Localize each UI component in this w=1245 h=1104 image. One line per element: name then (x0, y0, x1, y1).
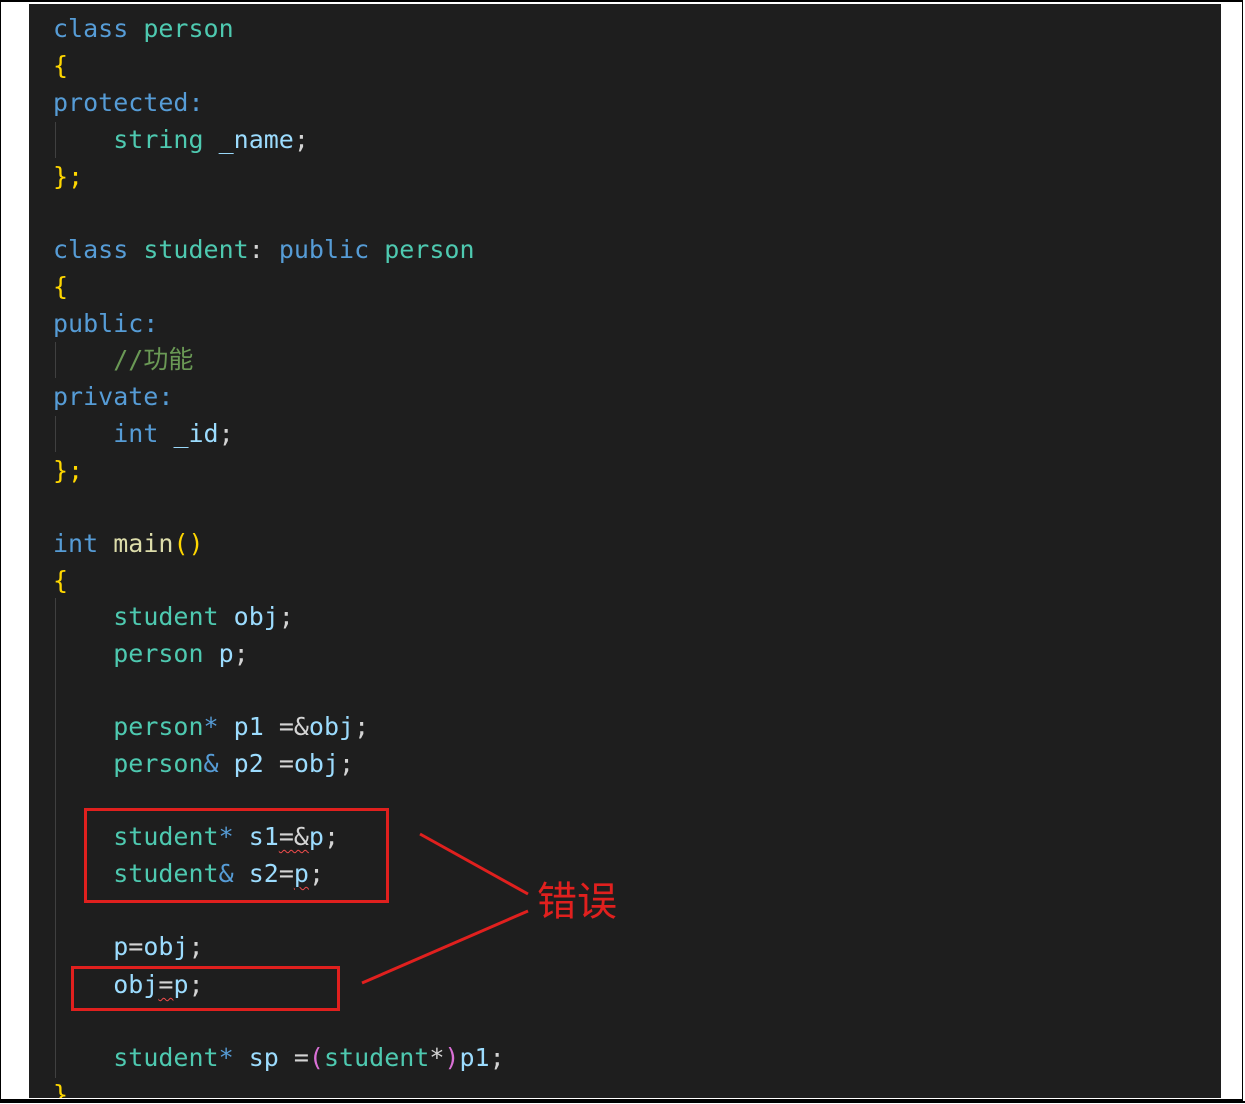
error-label: 错误 (537, 879, 617, 925)
arrow-line-upper (419, 832, 529, 896)
annotation-arrows (361, 832, 529, 985)
arrow-line-lower (361, 909, 529, 985)
bottom-rule (0, 1101, 1245, 1103)
